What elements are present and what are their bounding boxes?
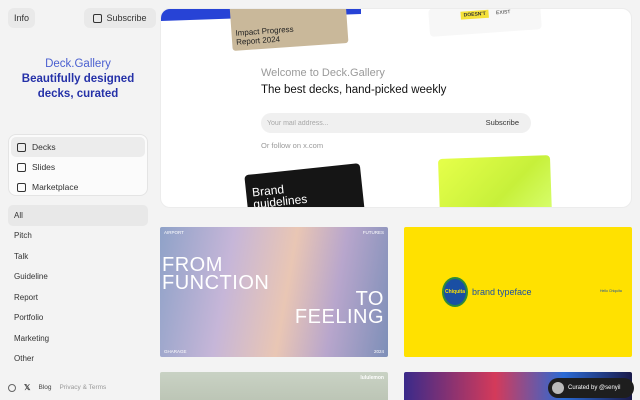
app: Info Subscribe Deck.Gallery Beautifully …: [0, 0, 640, 400]
sticker-preview: DOESN'T EXIST: [428, 9, 542, 37]
deck-card-from-function[interactable]: AIRPORT FUTURES FROM FUNCTION TO FEELING…: [160, 227, 388, 357]
nav-item-decks[interactable]: Decks: [11, 137, 145, 157]
hero-welcome: Welcome to Deck.Gallery: [261, 67, 385, 79]
sticker-text: DOESN'T: [460, 9, 489, 20]
top-buttons: Info Subscribe: [8, 8, 156, 28]
email-form: Subscribe: [261, 113, 531, 133]
category-talk[interactable]: Talk: [8, 246, 148, 267]
category-report[interactable]: Report: [8, 287, 148, 308]
book-icon: [17, 142, 26, 152]
category-all[interactable]: All: [8, 205, 148, 226]
deck-card-lululemon[interactable]: lululemon: [160, 372, 388, 400]
info-button[interactable]: Info: [8, 8, 36, 28]
nav-label: Marketplace: [32, 182, 79, 192]
card-label: 2024: [373, 349, 384, 354]
subscribe-label: Subscribe: [106, 13, 147, 23]
card-label: GHARAGE: [164, 349, 187, 354]
subscribe-button[interactable]: Subscribe: [84, 8, 156, 28]
sticker-text-2: EXIST: [495, 9, 511, 17]
card-title-line: FUNCTION: [162, 272, 270, 294]
x-icon[interactable]: 𝕏: [24, 383, 30, 392]
blog-link[interactable]: Blog: [38, 384, 51, 391]
brand-tagline-1: Beautifully designed: [21, 73, 135, 85]
brand-guidelines-preview: Brand guidelines: [244, 163, 366, 207]
nav-item-marketplace[interactable]: Marketplace: [11, 177, 145, 197]
avatar: [552, 382, 564, 394]
card-title-line: FEELING: [294, 306, 384, 328]
instagram-icon[interactable]: [8, 383, 16, 392]
category-marketing[interactable]: Marketing: [8, 328, 148, 349]
curated-badge[interactable]: Curated by @senyil: [548, 378, 634, 398]
category-pitch[interactable]: Pitch: [8, 226, 148, 247]
card-label: FUTURES: [362, 230, 384, 235]
book-icon: [93, 13, 103, 23]
deck-card-chiquita[interactable]: Chiquita brand typeface Hello Chiquita: [404, 227, 632, 357]
bag-icon: [17, 182, 26, 192]
category-list: All Pitch Talk Guideline Report Portfoli…: [8, 205, 148, 369]
curated-text: Curated by @senyil: [568, 385, 621, 391]
hero-card: Impact Progress Report 2024 DOESN'T EXIS…: [160, 8, 632, 208]
lime-deck-preview: [437, 155, 553, 207]
brand-tagline-2: decks, curated: [37, 87, 119, 100]
follow-link[interactable]: Or follow on x.com: [261, 141, 323, 150]
card-label: lululemon: [360, 375, 384, 381]
brand: Deck.Gallery Beautifully designed decks,…: [0, 58, 156, 101]
card-label: AIRPORT: [164, 230, 184, 235]
main-nav: Decks Slides Marketplace: [8, 134, 148, 196]
privacy-link[interactable]: Privacy & Terms: [59, 384, 106, 391]
impact-report-preview: Impact Progress Report 2024: [229, 9, 349, 51]
sidebar-footer: 𝕏 Blog Privacy & Terms: [8, 383, 106, 392]
info-label: Info: [14, 13, 30, 23]
category-portfolio[interactable]: Portfolio: [8, 308, 148, 329]
hero-headline: The best decks, hand-picked weekly: [261, 84, 447, 96]
nav-item-slides[interactable]: Slides: [11, 157, 145, 177]
category-other[interactable]: Other: [8, 349, 148, 370]
card-label: Hello Chiquita: [600, 289, 622, 293]
brand-name[interactable]: Deck.Gallery: [0, 58, 156, 70]
card-title: brand typeface: [472, 287, 532, 297]
hero-subscribe-button[interactable]: Subscribe: [486, 118, 519, 127]
nav-label: Decks: [32, 142, 56, 152]
nav-label: Slides: [32, 162, 56, 172]
category-guideline[interactable]: Guideline: [8, 267, 148, 288]
sidebar: Info Subscribe Deck.Gallery Beautifully …: [0, 0, 156, 400]
email-input[interactable]: [267, 116, 457, 130]
chiquita-logo: Chiquita: [442, 277, 468, 307]
slides-icon: [17, 162, 26, 172]
